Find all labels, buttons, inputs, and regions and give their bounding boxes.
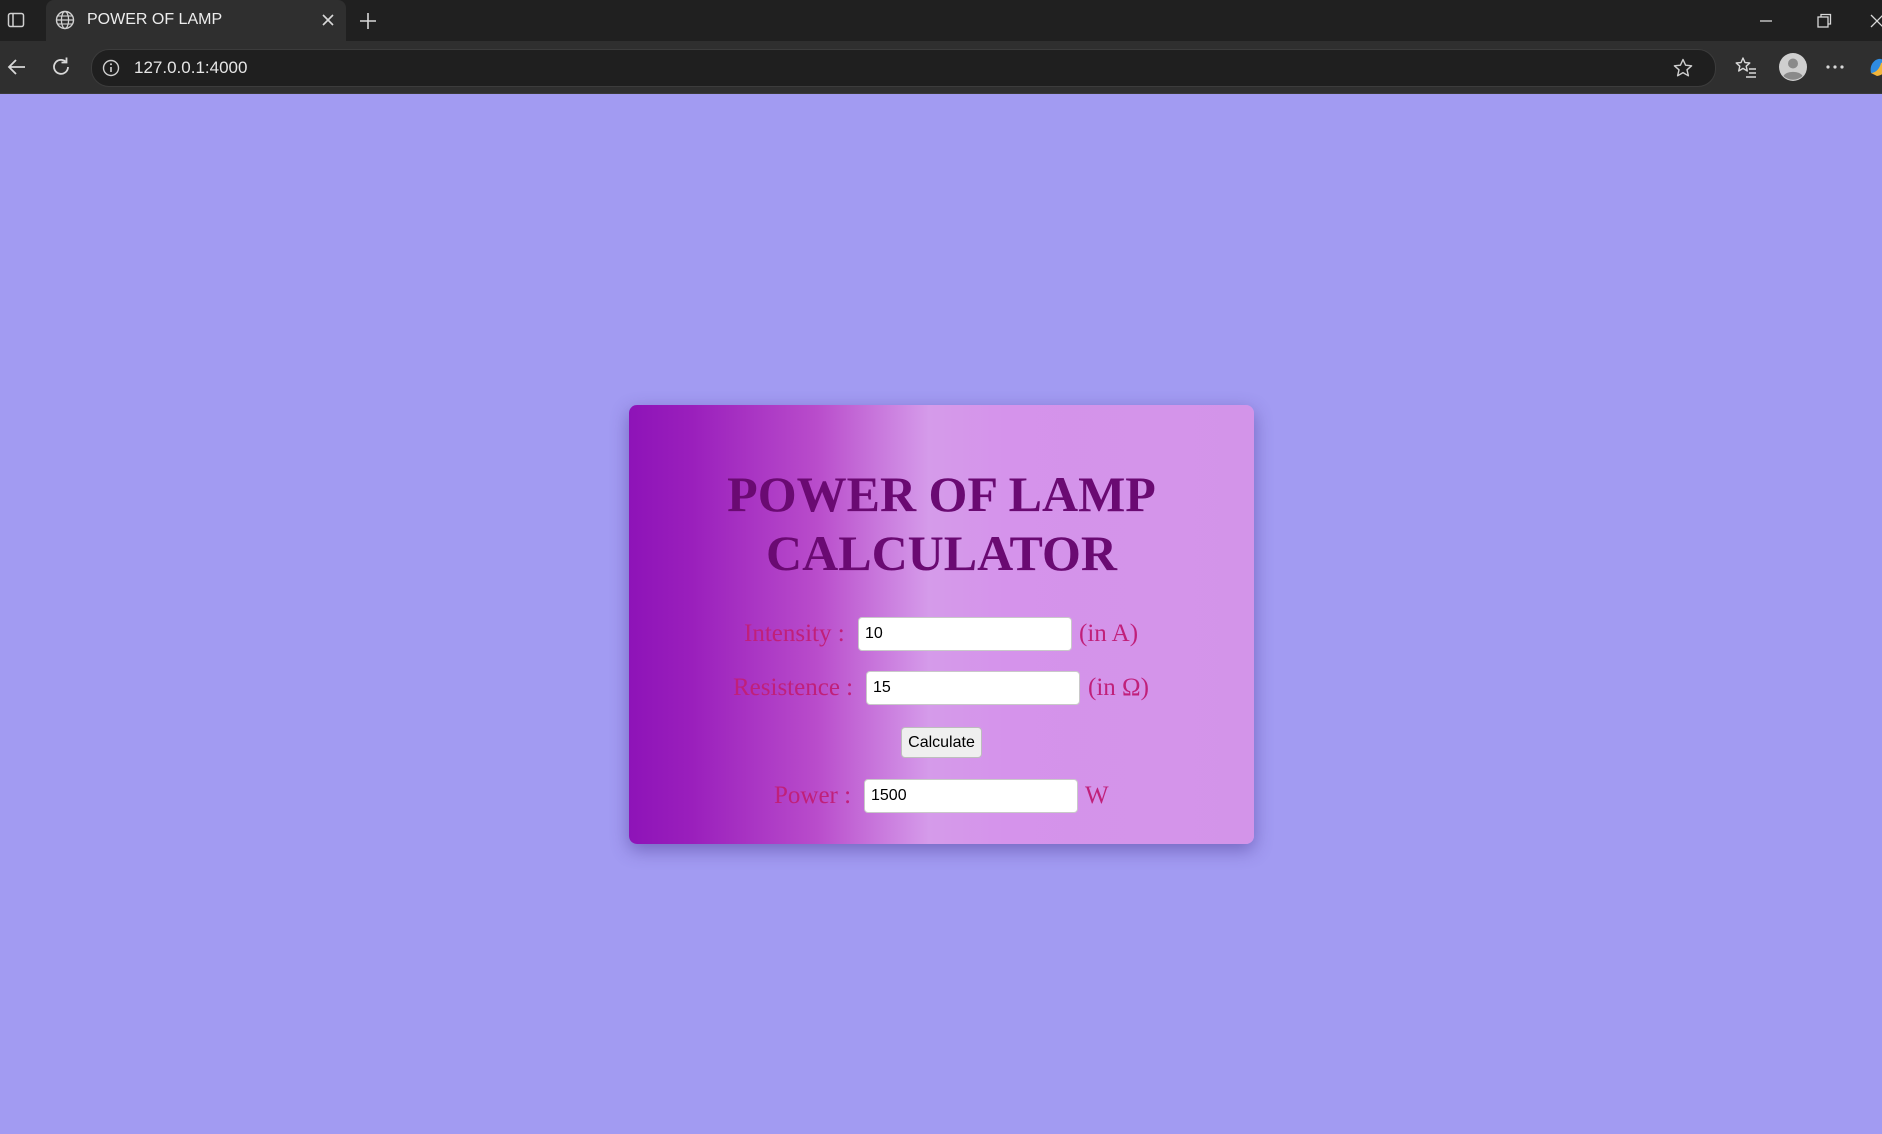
tab-title: POWER OF LAMP xyxy=(87,11,223,28)
minimize-icon[interactable] xyxy=(1755,10,1777,32)
power-row: Power : W xyxy=(629,779,1254,813)
reload-icon[interactable] xyxy=(48,54,74,80)
profile-avatar-icon[interactable] xyxy=(1778,52,1808,82)
intensity-label: Intensity : xyxy=(744,620,845,647)
intensity-unit: (in A) xyxy=(1079,620,1139,647)
tab-actions-icon[interactable] xyxy=(7,11,25,29)
close-window-icon[interactable] xyxy=(1866,10,1882,32)
power-output[interactable] xyxy=(864,779,1078,813)
close-tab-icon[interactable] xyxy=(318,10,338,30)
page-title: POWER OF LAMP CALCULATOR xyxy=(629,465,1254,583)
url-text: 127.0.0.1:4000 xyxy=(134,58,248,77)
favorite-star-icon[interactable] xyxy=(1672,57,1694,79)
new-tab-icon[interactable] xyxy=(356,9,380,33)
page-title-line1: POWER OF LAMP xyxy=(727,466,1156,522)
resistance-input[interactable] xyxy=(866,671,1080,705)
globe-icon xyxy=(54,9,76,31)
address-bar[interactable]: 127.0.0.1:4000 xyxy=(91,49,1716,87)
calculator-card: POWER OF LAMP CALCULATOR Intensity : (in… xyxy=(629,405,1254,844)
intensity-row: Intensity : (in A) xyxy=(629,617,1254,651)
back-arrow-icon[interactable] xyxy=(4,54,30,80)
calculate-button[interactable]: Calculate xyxy=(901,727,982,758)
address-toolbar: 127.0.0.1:4000 xyxy=(0,41,1882,94)
intensity-input[interactable] xyxy=(858,617,1072,651)
resistance-row: Resistence : (in Ω) xyxy=(629,671,1254,705)
more-options-icon[interactable] xyxy=(1823,55,1847,79)
browser-tab-bar: POWER OF LAMP xyxy=(0,0,1882,41)
power-unit: W xyxy=(1085,782,1109,809)
browser-tab[interactable]: POWER OF LAMP xyxy=(46,0,346,41)
page-title-line2: CALCULATOR xyxy=(766,525,1117,581)
restore-icon[interactable] xyxy=(1813,10,1835,32)
power-label: Power : xyxy=(774,782,852,809)
favorites-icon[interactable] xyxy=(1734,55,1758,79)
resistance-unit: (in Ω) xyxy=(1088,674,1149,701)
site-info-icon[interactable] xyxy=(101,58,121,78)
copilot-icon[interactable] xyxy=(1867,55,1882,79)
resistance-label: Resistence : xyxy=(733,674,854,701)
